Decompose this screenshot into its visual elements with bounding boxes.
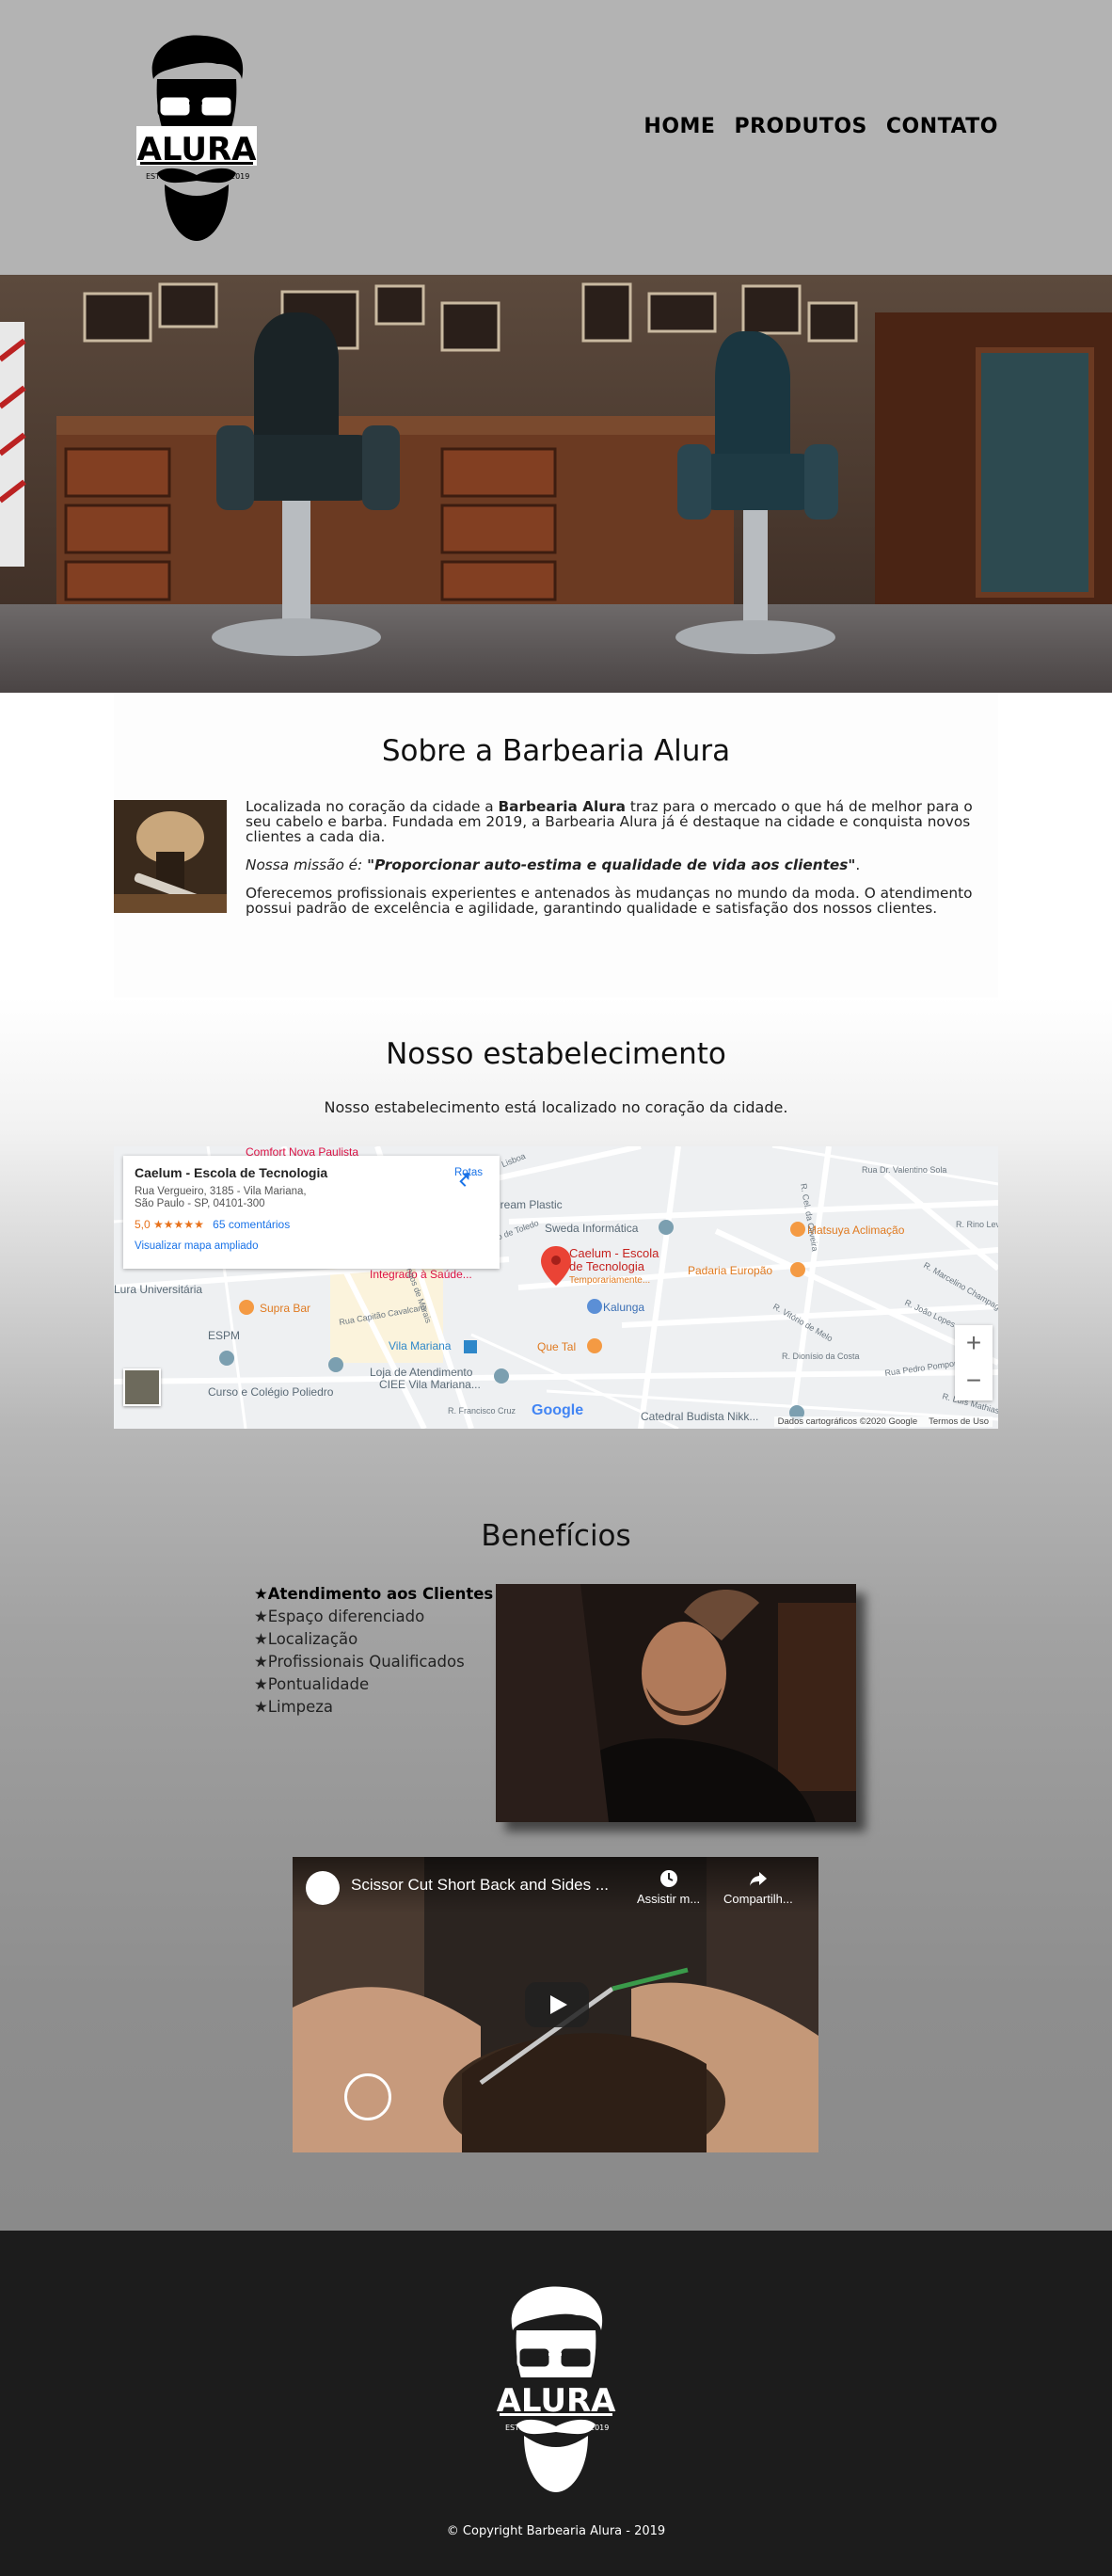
svg-text:Sweda Informática: Sweda Informática [545, 1222, 639, 1235]
hero-barbershop-image [0, 275, 1112, 693]
svg-text:Supra Bar: Supra Bar [260, 1302, 310, 1315]
svg-text:CIEE Vila Mariana...: CIEE Vila Mariana... [379, 1378, 481, 1391]
footer-logo-estd: ESTD [505, 2424, 525, 2432]
clock-icon [659, 1870, 677, 1887]
footer-logo-year: 2019 [590, 2424, 609, 2432]
svg-text:Matsuya Aclimação: Matsuya Aclimação [807, 1224, 905, 1237]
map-directions-button[interactable]: Rotas [454, 1167, 483, 1187]
site-header: ALURA ESTD 2019 HOME PRODUTOS CONTATO [0, 0, 1112, 275]
map-credits: Dados cartográficos ©2020 Google Termos d… [773, 1416, 993, 1427]
list-item: ★Limpeza [254, 1698, 334, 1716]
svg-text:Rua Dr. Valentino Sola: Rua Dr. Valentino Sola [862, 1165, 946, 1175]
list-item: ★Espaço diferenciado [254, 1608, 425, 1625]
svg-text:de Tecnologia: de Tecnologia [569, 1259, 645, 1273]
svg-text:Integrado à Saúde...: Integrado à Saúde... [370, 1268, 472, 1281]
svg-text:Caelum - Escola: Caelum - Escola [569, 1246, 659, 1260]
youtube-video-embed[interactable]: Scissor Cut Short Back and Sides ... Ass… [293, 1857, 818, 2152]
svg-text:Curso e Colégio Poliedro: Curso e Colégio Poliedro [208, 1385, 334, 1399]
site-footer: ALURA ESTD 2019 © Copyright Barbearia Al… [0, 2231, 1112, 2576]
watch-later-button[interactable]: Assistir m... [637, 1868, 700, 1906]
svg-text:R. Rino Levi: R. Rino Levi [956, 1220, 998, 1229]
nav-home-link[interactable]: HOME [643, 115, 715, 138]
map-place-address: Rua Vergueiro, 3185 - Vila Mariana, São … [135, 1186, 307, 1209]
logo-year-text: 2019 [230, 172, 249, 181]
logo-brand-text: ALURA [137, 131, 257, 168]
benefits-title: Benefícios [481, 1519, 631, 1553]
map-zoom-controls: + − [955, 1325, 993, 1400]
map-place-name: Caelum - Escola de Tecnologia [135, 1165, 328, 1180]
list-item: ★Atendimento aos Clientes [254, 1585, 494, 1603]
channel-avatar[interactable] [306, 1871, 340, 1905]
copyright-text: © Copyright Barbearia Alura - 2019 [446, 2524, 666, 2538]
about-title: Sobre a Barbearia Alura [381, 734, 731, 768]
zoom-out-button[interactable]: − [955, 1363, 993, 1400]
share-icon [749, 1872, 767, 1886]
svg-text:ESPM: ESPM [208, 1329, 240, 1342]
svg-text:Temporariamente...: Temporariamente... [569, 1275, 650, 1286]
embedded-map[interactable]: Dream Plastic Sweda Informática Kalunga … [114, 1146, 998, 1429]
shaving-brush-image [114, 800, 227, 913]
benefits-section: Benefícios ★Atendimento aos Clientes ★Es… [0, 1431, 1112, 2231]
svg-text:Que Tal: Que Tal [537, 1340, 576, 1353]
about-paragraph-1: Localizada no coração da cidade a Barbea… [246, 798, 973, 845]
svg-text:R. Dionísio da Costa: R. Dionísio da Costa [782, 1352, 860, 1361]
about-section: Sobre a Barbearia Alura Localizada no co… [114, 693, 998, 998]
svg-text:Kalunga: Kalunga [603, 1301, 644, 1314]
list-item: ★Pontualidade [254, 1675, 370, 1693]
logo-estd-text: ESTD [146, 172, 166, 181]
establishment-title: Nosso estabelecimento [386, 1037, 726, 1071]
svg-text:Vila Mariana: Vila Mariana [389, 1339, 452, 1352]
about-mission: Nossa missão é: "Proporcionar auto-estim… [246, 856, 861, 873]
svg-text:Dream Plastic: Dream Plastic [492, 1198, 563, 1211]
svg-text:R. Francisco Cruz: R. Francisco Cruz [448, 1406, 516, 1416]
video-title[interactable]: Scissor Cut Short Back and Sides ... [351, 1876, 633, 1895]
map-reviews-link[interactable]: 65 comentários [213, 1218, 290, 1231]
google-logo-text: Google [532, 1402, 584, 1418]
svg-text:Loja de Atendimento: Loja de Atendimento [370, 1366, 473, 1379]
beard-trim-photo [496, 1584, 856, 1822]
svg-text:Padaria Europão: Padaria Europão [688, 1264, 772, 1277]
establishment-subtitle: Nosso estabelecimento está localizado no… [324, 1098, 788, 1116]
play-button[interactable] [525, 1982, 589, 2027]
alura-logo[interactable]: ALURA ESTD 2019 [136, 32, 257, 241]
share-button[interactable]: Compartilh... [723, 1868, 793, 1906]
map-place-rating: 5,0 ★★★★★ 65 comentários [135, 1218, 291, 1231]
google-logo: Google [532, 1402, 583, 1419]
svg-text:Catedral Budista Nikk...: Catedral Budista Nikk... [641, 1410, 758, 1423]
satellite-toggle-button[interactable] [123, 1368, 161, 1406]
list-item: ★Localização [254, 1630, 358, 1648]
main-nav: HOME PRODUTOS CONTATO [643, 115, 998, 138]
establishment-section: Nosso estabelecimento Nosso estabelecime… [0, 998, 1112, 1431]
about-paragraph-3: Oferecemos profissionais experientes e a… [246, 885, 973, 917]
about-text: Localizada no coração da cidade a Barbea… [246, 799, 998, 929]
map-larger-link[interactable]: Visualizar mapa ampliado [135, 1240, 488, 1252]
footer-logo-brand: ALURA [497, 2382, 616, 2420]
map-terms-link[interactable]: Termos de Uso [929, 1416, 989, 1427]
svg-text:Lura Universitária: Lura Universitária [114, 1283, 202, 1296]
alura-footer-logo: ALURA ESTD 2019 [496, 2286, 616, 2492]
zoom-in-button[interactable]: + [955, 1325, 993, 1363]
directions-icon [459, 1173, 469, 1187]
benefits-list: ★Atendimento aos Clientes ★Espaço difere… [254, 1583, 493, 1719]
map-place-card: Caelum - Escola de Tecnologia Rua Vergue… [123, 1156, 500, 1269]
rating-stars-icon: ★★★★★ [153, 1218, 204, 1231]
nav-produtos-link[interactable]: PRODUTOS [734, 115, 866, 138]
channel-watermark-icon[interactable] [344, 2073, 391, 2120]
nav-contato-link[interactable]: CONTATO [886, 115, 998, 138]
list-item: ★Profissionais Qualificados [254, 1653, 465, 1671]
